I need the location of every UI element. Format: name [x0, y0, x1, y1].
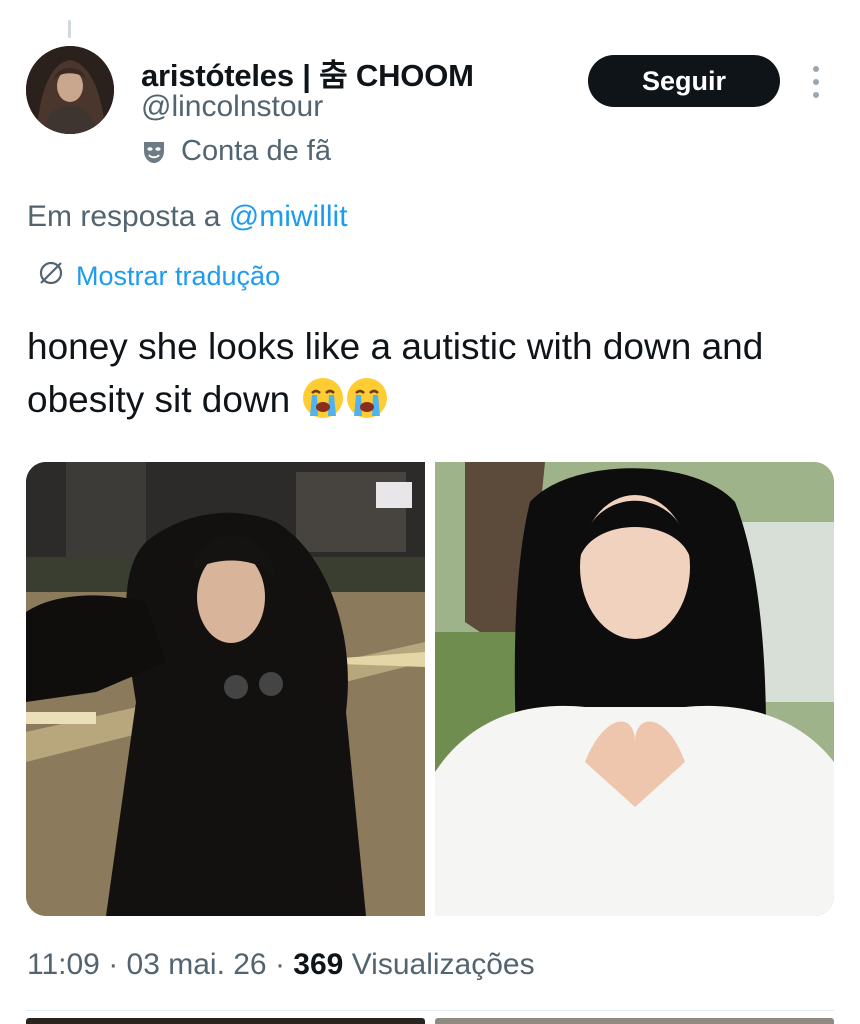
- theater-mask-icon: [141, 139, 167, 165]
- tweet-text: honey she looks like a autistic with dow…: [27, 320, 827, 426]
- show-translation-button[interactable]: Mostrar tradução: [36, 258, 280, 295]
- meta-separator: ·: [108, 948, 127, 981]
- fan-account-label: Conta de fã: [141, 135, 331, 168]
- loudly-crying-face-icon: [301, 376, 345, 420]
- translate-label: Mostrar tradução: [76, 261, 281, 291]
- tweet-date[interactable]: 03 mai. 26: [127, 948, 267, 981]
- media-grid: [26, 462, 834, 916]
- thread-connector-line: [68, 20, 71, 38]
- views-label: Visualizações: [351, 948, 535, 981]
- avatar[interactable]: [26, 46, 114, 134]
- photo-woman-heart-hands[interactable]: [435, 462, 834, 916]
- next-media-preview: [26, 1018, 834, 1024]
- tweet-body: honey she looks like a autistic with dow…: [27, 326, 764, 420]
- author-display-name[interactable]: aristóteles | 춤 CHOOM: [141, 50, 474, 95]
- reply-context: Em resposta a @miwillit: [27, 200, 348, 234]
- author-handle[interactable]: @lincolnstour: [141, 90, 323, 124]
- fan-account-text: Conta de fã: [181, 135, 331, 167]
- loudly-crying-face-icon: [345, 376, 389, 420]
- tweet-metadata: 11:09 · 03 mai. 26 · 369 Visualizações: [27, 948, 535, 982]
- translate-globe-icon: [36, 258, 66, 295]
- photo-woman-night-street[interactable]: [26, 462, 425, 916]
- views-count: 369: [293, 948, 344, 981]
- tweet-time[interactable]: 11:09: [27, 948, 100, 981]
- meta-separator: ·: [274, 948, 294, 981]
- divider: [26, 1010, 834, 1011]
- avatar-image: [26, 46, 114, 134]
- reply-prefix: Em resposta a: [27, 200, 229, 233]
- more-options-icon[interactable]: [806, 66, 826, 98]
- reply-mention-link[interactable]: @miwillit: [229, 200, 348, 233]
- follow-button[interactable]: Seguir: [588, 55, 780, 107]
